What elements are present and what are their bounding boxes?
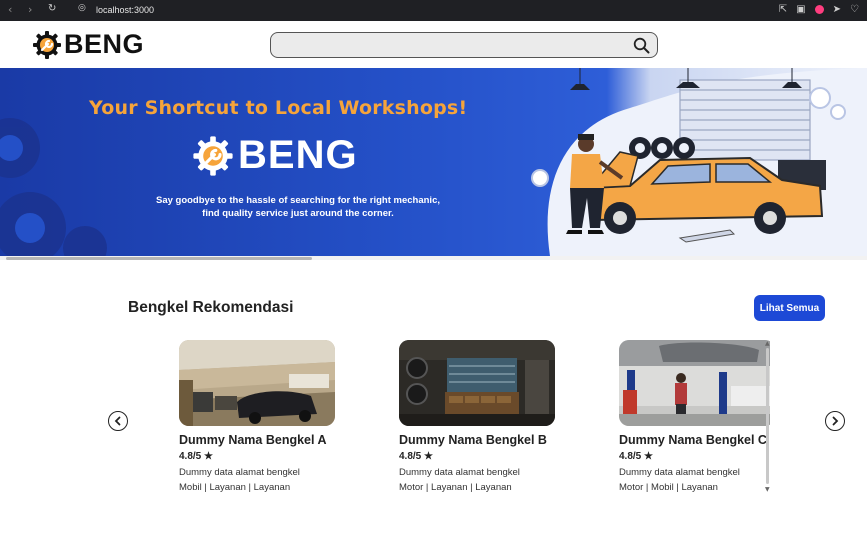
workshop-rating: 4.8/5 ★: [619, 451, 653, 462]
carousel-scrollbar[interactable]: ▲ ▼: [765, 340, 770, 493]
share-icon[interactable]: ⇱: [779, 4, 787, 15]
star-icon: ★: [644, 451, 653, 462]
site-header: BENG: [0, 21, 867, 68]
workshop-card[interactable]: Dummy Nama Bengkel C 4.8/5 ★ Dummy data …: [610, 338, 770, 498]
wrench-gear-icon: [33, 30, 61, 59]
chevron-right-icon: [832, 416, 839, 426]
workshop-carousel: Dummy Nama Bengkel A 4.8/5 ★ Dummy data …: [170, 338, 770, 498]
banner-logo-text: BENG: [238, 133, 358, 177]
tagline-line: Say goodbye to the hassle of searching f…: [155, 195, 440, 206]
workshop-card[interactable]: Dummy Nama Bengkel B 4.8/5 ★ Dummy data …: [390, 338, 555, 498]
workshop-rating: 4.8/5 ★: [399, 451, 433, 462]
gear-decoration-icon: [0, 118, 107, 256]
search-icon[interactable]: [633, 37, 650, 54]
scroll-up-icon[interactable]: ▲: [765, 340, 770, 347]
workshop-rating: 4.8/5 ★: [179, 451, 213, 462]
workshop-illustration: [531, 68, 867, 256]
rating-value: 4.8/5: [619, 451, 642, 462]
chevron-left-icon: [114, 416, 121, 426]
workshop-services: Motor | Layanan | Layanan: [399, 482, 512, 493]
carousel-prev-button[interactable]: [108, 411, 128, 431]
workshop-services: Motor | Mobil | Layanan: [619, 482, 718, 493]
extension-icon[interactable]: [814, 5, 824, 14]
tagline-line: find quality service just around the cor…: [202, 208, 394, 219]
logo-text: BENG: [64, 29, 145, 59]
forward-icon[interactable]: ›: [28, 3, 32, 16]
rating-value: 4.8/5: [399, 451, 422, 462]
reload-icon[interactable]: ↻: [48, 3, 56, 14]
section-title: Bengkel Rekomendasi: [128, 299, 294, 316]
wrench-gear-icon: [193, 135, 233, 176]
workshop-address: Dummy data alamat bengkel: [179, 467, 300, 478]
screenshot-icon[interactable]: ▣: [796, 4, 805, 15]
banner-logo: BENG: [192, 133, 358, 178]
address-bar[interactable]: localhost:3000: [96, 5, 154, 15]
workshop-card[interactable]: Dummy Nama Bengkel A 4.8/5 ★ Dummy data …: [170, 338, 335, 498]
site-info-icon[interactable]: ◎: [78, 3, 86, 13]
workshop-services: Mobil | Layanan | Layanan: [179, 482, 291, 493]
workshop-name[interactable]: Dummy Nama Bengkel B: [399, 433, 547, 447]
rating-value: 4.8/5: [179, 451, 202, 462]
favorite-icon[interactable]: ♡: [850, 4, 859, 15]
workshop-address: Dummy data alamat bengkel: [399, 467, 520, 478]
browser-toolbar: ‹ › ↻ ◎ localhost:3000 ⇱ ▣ ➤ ♡: [0, 0, 867, 21]
banner-tagline: Say goodbye to the hassle of searching f…: [120, 194, 476, 220]
see-all-button[interactable]: Lihat Semua: [754, 295, 825, 321]
carousel-next-button[interactable]: [825, 411, 845, 431]
search-bar[interactable]: [270, 32, 658, 58]
workshop-name[interactable]: Dummy Nama Bengkel A: [179, 433, 327, 447]
scroll-down-icon[interactable]: ▼: [765, 486, 770, 493]
banner-headline: Your Shortcut to Local Workshops!: [89, 97, 468, 119]
back-icon[interactable]: ‹: [8, 3, 12, 16]
workshop-photo[interactable]: [619, 340, 770, 426]
site-logo[interactable]: BENG: [32, 29, 144, 60]
banner-scroll-thumb[interactable]: [6, 257, 312, 260]
star-icon: ★: [424, 451, 433, 462]
workshop-address: Dummy data alamat bengkel: [619, 467, 740, 478]
workshop-photo[interactable]: [399, 340, 555, 426]
scrollbar-thumb[interactable]: [766, 348, 769, 484]
workshop-photo[interactable]: [179, 340, 335, 426]
send-icon[interactable]: ➤: [833, 4, 841, 15]
star-icon: ★: [204, 451, 213, 462]
workshop-name[interactable]: Dummy Nama Bengkel C: [619, 433, 767, 447]
hero-banner[interactable]: Your Shortcut to Local Workshops! BENG S…: [0, 68, 867, 256]
